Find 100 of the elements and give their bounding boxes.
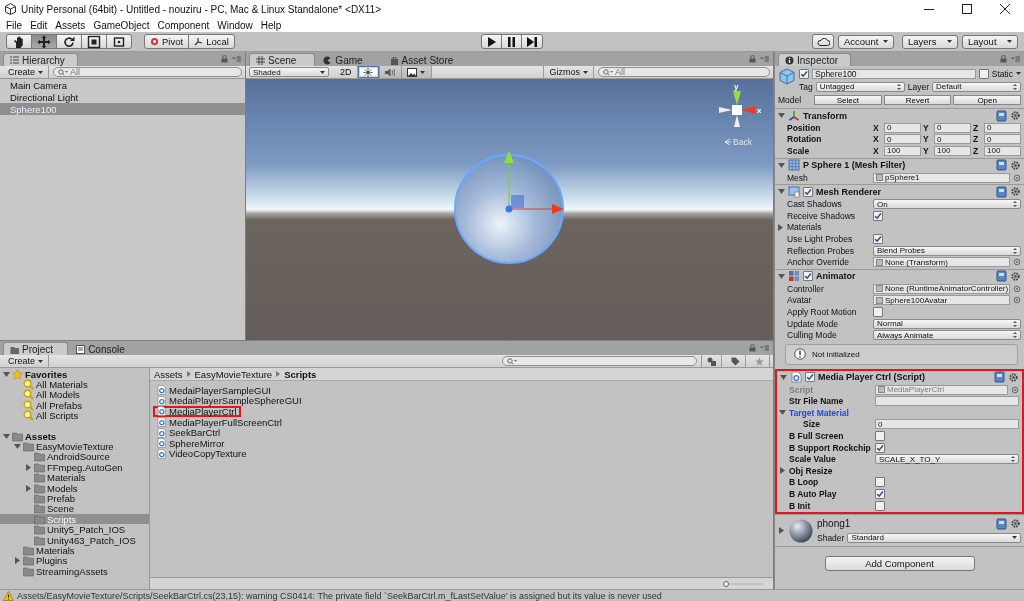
foldout-label[interactable]: Target Material — [789, 407, 849, 418]
pivot-button[interactable]: Pivot — [144, 34, 190, 49]
checkbox[interactable] — [875, 500, 885, 511]
fold-arrow-icon[interactable] — [13, 557, 21, 565]
tree-item[interactable]: Plugins — [0, 555, 149, 567]
menu-item[interactable]: GameObject — [89, 19, 154, 31]
pause-button[interactable] — [501, 34, 522, 49]
foldout-label[interactable]: Materials — [787, 222, 822, 233]
name-field[interactable]: Sphere100 — [812, 68, 976, 79]
panel-tab[interactable]: Hierarchy — [3, 53, 78, 66]
help-book-icon[interactable] — [996, 185, 1007, 198]
breadcrumb-item[interactable]: Assets — [154, 368, 183, 380]
number-field[interactable]: 0 — [884, 122, 921, 133]
step-button[interactable] — [521, 34, 543, 49]
audio-toggle[interactable] — [379, 66, 402, 78]
tree-item[interactable]: All Prefabs — [0, 400, 149, 411]
dropdown[interactable]: SCALE_X_TO_Y — [875, 454, 1019, 465]
maximize-icon[interactable] — [962, 4, 972, 14]
settings-icon[interactable] — [1010, 159, 1021, 171]
help-book-icon[interactable] — [994, 371, 1005, 384]
enabled-checkbox[interactable] — [803, 186, 813, 197]
dropdown[interactable]: Normal — [873, 318, 1021, 329]
tree-item[interactable]: All Scripts — [0, 410, 149, 421]
panel-tab[interactable]: Project — [3, 342, 69, 355]
panel-tab[interactable]: Console — [69, 342, 140, 355]
settings-icon[interactable] — [1010, 110, 1021, 121]
tree-item[interactable]: StreamingAssets — [0, 566, 149, 577]
layers-dropdown[interactable]: Layers — [902, 34, 958, 49]
tree-item[interactable]: Materials — [0, 545, 149, 556]
tool-button[interactable] — [106, 34, 132, 49]
script-asset-item[interactable]: MedaiPlayerSampleGUI — [153, 385, 275, 396]
fold-arrow-icon[interactable] — [778, 188, 785, 196]
object-field[interactable]: pSphere1 — [873, 172, 1010, 183]
tree-item[interactable]: FFmpeg.AutoGen — [0, 462, 149, 473]
checkbox[interactable] — [875, 489, 885, 500]
create-dropdown[interactable]: Create — [3, 355, 49, 367]
fold-arrow-icon[interactable] — [779, 409, 786, 417]
help-book-icon[interactable] — [996, 159, 1007, 172]
add-component-button[interactable]: Add Component — [824, 556, 975, 572]
gizmos-dropdown[interactable]: Gizmos — [543, 66, 594, 78]
tool-button[interactable] — [6, 34, 32, 49]
script-asset-item[interactable]: VideoCopyTexture — [153, 448, 251, 460]
tree-item[interactable]: All Materials — [0, 379, 149, 390]
lock-icon[interactable] — [749, 55, 756, 63]
hierarchy-item[interactable]: Main Camera — [0, 79, 245, 91]
layout-dropdown[interactable]: Layout — [962, 34, 1018, 49]
number-field[interactable]: 0 — [934, 134, 971, 145]
object-picker-icon[interactable] — [1013, 258, 1021, 267]
static-checkbox[interactable] — [978, 68, 989, 79]
object-picker-icon[interactable] — [1011, 385, 1019, 394]
number-field[interactable]: 0 — [934, 122, 971, 133]
fold-arrow-icon[interactable] — [24, 484, 32, 492]
number-field[interactable]: 0 — [984, 122, 1021, 133]
fold-arrow-icon[interactable] — [777, 223, 784, 231]
number-field[interactable]: 0 — [984, 134, 1021, 145]
menu-item[interactable]: File — [2, 19, 27, 31]
size-slider[interactable] — [723, 580, 763, 587]
filter-type-button[interactable] — [701, 355, 722, 367]
tree-item[interactable]: All Models — [0, 389, 149, 401]
tree-item[interactable]: Materials — [0, 472, 149, 483]
settings-icon[interactable] — [1008, 371, 1019, 383]
dropdown[interactable]: On — [873, 199, 1021, 210]
tool-button[interactable] — [31, 34, 57, 49]
fold-arrow-icon[interactable] — [779, 467, 786, 475]
settings-icon[interactable] — [1010, 518, 1021, 530]
number-field[interactable]: 100 — [984, 146, 1021, 156]
panel-tab[interactable]: Game — [316, 53, 382, 66]
checkbox[interactable] — [875, 431, 885, 442]
script-asset-item[interactable]: SphereMirror — [153, 437, 229, 449]
help-book-icon[interactable] — [996, 109, 1007, 122]
enabled-checkbox[interactable] — [803, 271, 813, 282]
hierarchy-item[interactable]: Directional Light — [0, 91, 245, 103]
fold-arrow-icon[interactable] — [778, 272, 785, 280]
fold-arrow-icon[interactable] — [24, 463, 32, 471]
fold-arrow-icon[interactable] — [778, 112, 785, 119]
create-dropdown[interactable]: Create — [3, 66, 49, 78]
2d-toggle[interactable]: 2D — [335, 66, 358, 78]
fold-arrow-icon[interactable] — [2, 432, 10, 440]
search-field[interactable] — [502, 356, 697, 366]
checkbox[interactable] — [875, 442, 885, 453]
text-field[interactable]: 0 — [875, 419, 1019, 430]
foldout-label[interactable]: Obj Resize — [789, 465, 833, 476]
account-dropdown[interactable]: Account — [838, 34, 894, 49]
fold-arrow-icon[interactable] — [780, 373, 787, 381]
dropdown[interactable]: Blend Probes — [873, 245, 1021, 256]
tag-dropdown[interactable]: Untagged — [815, 81, 905, 92]
number-field[interactable]: 100 — [934, 146, 971, 156]
panel-tab[interactable]: Asset Store — [382, 53, 473, 66]
tree-item[interactable]: Prefab — [0, 493, 149, 504]
settings-icon[interactable] — [1010, 270, 1021, 282]
script-asset-item[interactable]: MediaPlayerFullScreenCtrl — [153, 416, 286, 428]
sphere-drawing[interactable] — [454, 154, 564, 264]
breadcrumb-item[interactable]: EasyMovieTexture — [194, 368, 273, 380]
breadcrumb-item[interactable]: Scripts — [284, 368, 317, 380]
model-button[interactable]: Select — [814, 94, 882, 105]
search-field[interactable]: All — [53, 67, 242, 77]
tree-item[interactable]: Unity463_Patch_IOS — [0, 534, 149, 546]
checkbox[interactable] — [875, 477, 885, 488]
tree-item[interactable]: EasyMovieTexture — [0, 441, 149, 452]
active-checkbox[interactable] — [799, 68, 809, 79]
